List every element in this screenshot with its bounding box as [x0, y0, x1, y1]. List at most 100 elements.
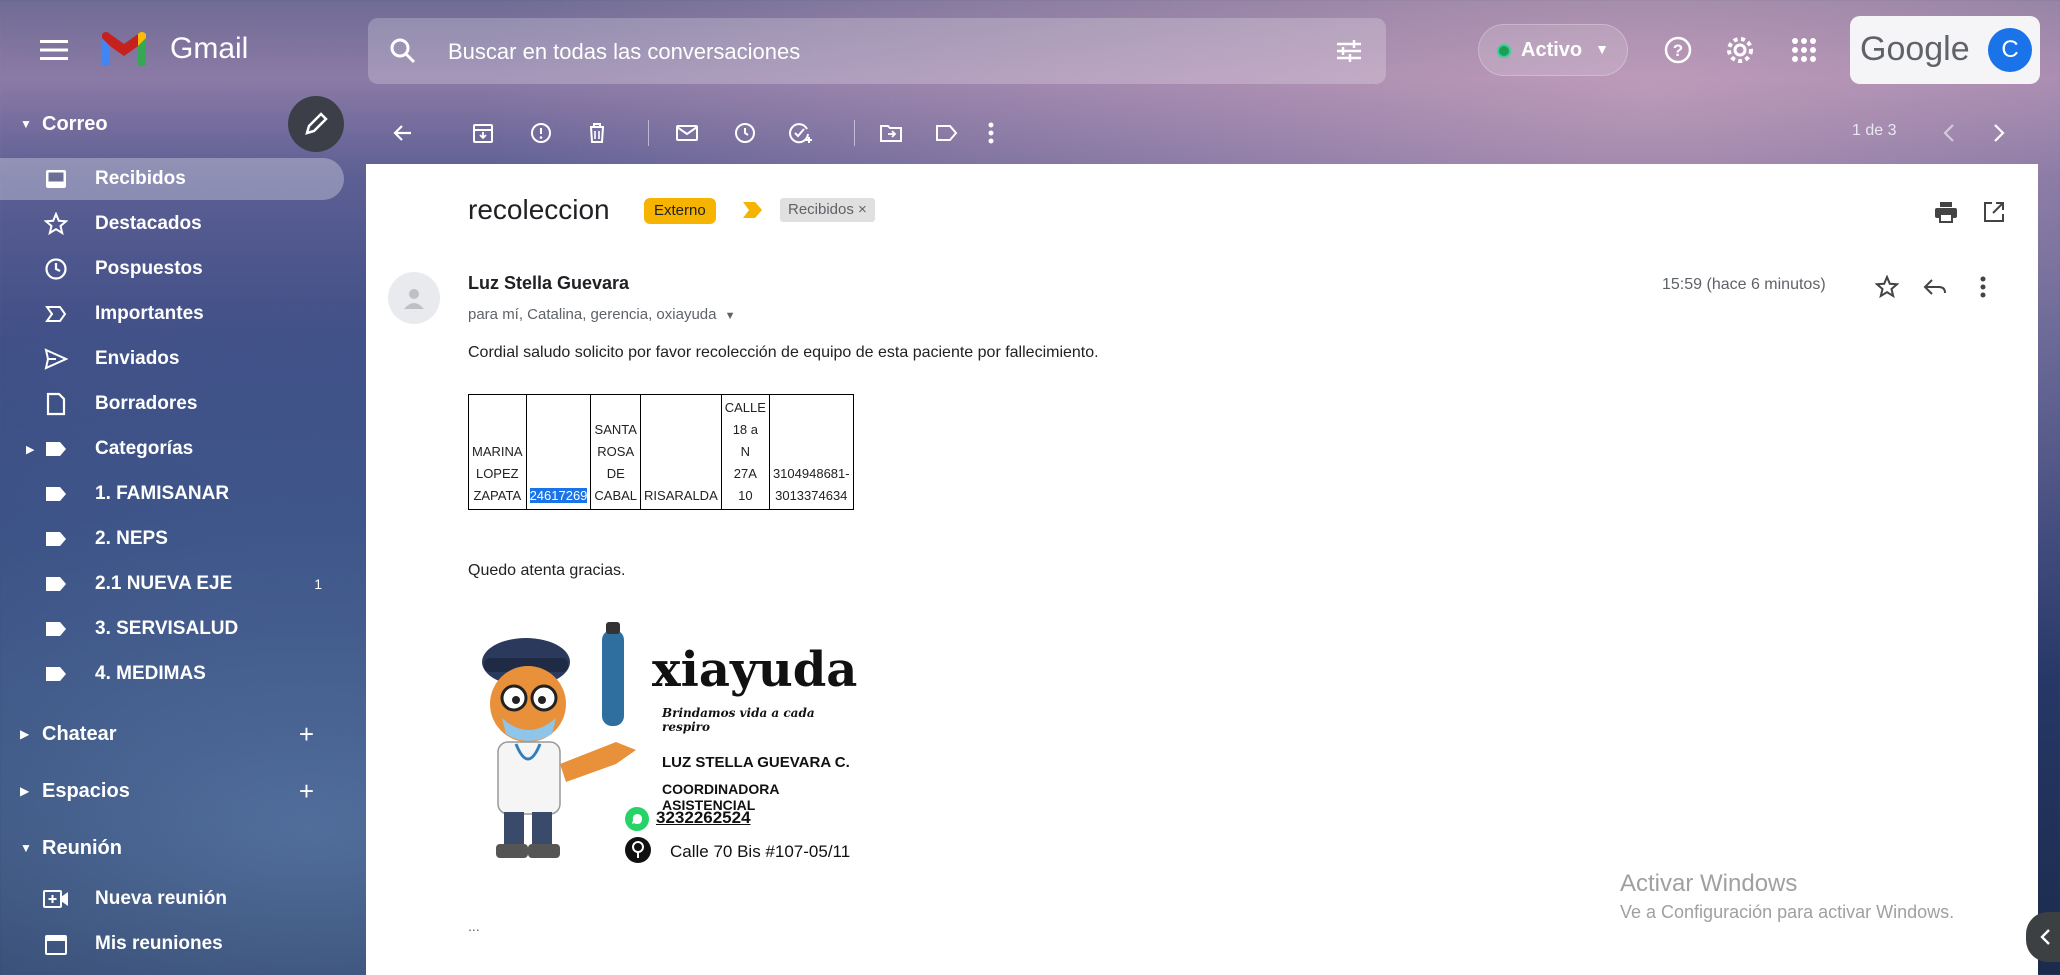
table-cell-id: 24617269 — [525, 394, 592, 510]
sidebar-item-borradores[interactable]: Borradores — [0, 383, 344, 425]
signature-address: Calle 70 Bis #107-05/11 — [670, 842, 851, 861]
reply-arrow-icon[interactable] — [1920, 272, 1950, 302]
star-icon — [42, 210, 70, 238]
sidebar: ▼ Correo Recibidos Destacados Pospuestos… — [0, 96, 366, 975]
table-cell-phones: 3104948681- 3013374634 — [768, 394, 854, 510]
sidebar-item-famisanar[interactable]: 1. FAMISANAR — [0, 473, 344, 515]
message-time: 15:59 (hace 6 minutos) — [1662, 276, 1826, 293]
apps-grid-icon[interactable] — [1786, 32, 1822, 68]
collapse-triangle-icon: ▼ — [20, 841, 32, 855]
mascot-doctor-illustration — [482, 622, 636, 858]
svg-text:?: ? — [1673, 41, 1683, 60]
sidebar-item-importantes[interactable]: Importantes — [0, 293, 344, 335]
sidebar-item-neps[interactable]: 2. NEPS — [0, 518, 344, 560]
add-chat-plus-icon[interactable]: + — [299, 719, 314, 750]
mark-unread-mail-icon[interactable] — [672, 118, 702, 148]
signature-phone[interactable]: 3232262524 — [656, 808, 751, 828]
collapse-triangle-icon: ▼ — [20, 117, 32, 131]
account-avatar[interactable]: C — [1988, 28, 2032, 72]
older-chevron-right-icon[interactable] — [1984, 118, 2014, 148]
section-espacios[interactable]: ▶ Espacios + — [0, 771, 344, 811]
sidebar-item-label: Categorías — [95, 438, 194, 459]
section-correo[interactable]: ▼ Correo — [0, 104, 108, 144]
print-icon[interactable] — [1932, 198, 1960, 226]
add-task-icon[interactable] — [786, 118, 816, 148]
recipients-line[interactable]: para mí, Catalina, gerencia, oxiayuda ▼ — [468, 306, 736, 323]
signature-tagline: Brindamos vida a cada respiro — [662, 706, 815, 734]
sidebar-item-servisalud[interactable]: 3. SERVISALUD — [0, 608, 344, 650]
report-spam-icon[interactable] — [526, 118, 556, 148]
sidebar-item-recibidos[interactable]: Recibidos — [0, 158, 344, 200]
label-icon — [42, 435, 70, 463]
unread-count-badge: 1 — [314, 576, 322, 592]
more-options-vertical-icon[interactable] — [976, 118, 1006, 148]
google-account-box[interactable]: Google C — [1850, 16, 2040, 84]
sidebar-item-nueva-eje[interactable]: 2.1 NUEVA EJE 1 — [0, 563, 344, 605]
clock-icon — [42, 255, 70, 283]
expand-triangle-icon[interactable]: ▶ — [26, 443, 34, 456]
gmail-logo-icon[interactable] — [98, 28, 150, 68]
sidebar-item-label: Enviados — [95, 348, 180, 369]
sidebar-item-categorias[interactable]: ▶ Categorías — [0, 428, 344, 470]
section-chatear[interactable]: ▶ Chatear + — [0, 714, 344, 754]
delete-trash-icon[interactable] — [582, 118, 612, 148]
section-reunion[interactable]: ▼ Reunión — [0, 828, 122, 868]
search-bar[interactable]: Buscar en todas las conversaciones — [368, 18, 1386, 84]
selected-id-text: 24617269 — [529, 488, 588, 503]
show-trimmed-content[interactable]: ... — [468, 918, 480, 934]
toolbar-divider — [648, 120, 649, 146]
add-space-plus-icon[interactable]: + — [299, 776, 314, 807]
status-dropdown[interactable]: Activo ▼ — [1478, 24, 1628, 76]
table-cell-address: CALLE 18 a N 27A 10 — [720, 394, 770, 510]
body-closing: Quedo atenta gracias. — [468, 562, 626, 579]
label-icon — [42, 660, 70, 688]
section-correo-label: Correo — [42, 112, 108, 135]
sidebar-item-label: 1. FAMISANAR — [95, 483, 230, 504]
search-input[interactable]: Buscar en todas las conversaciones — [448, 39, 800, 65]
toolbar-divider — [854, 120, 855, 146]
sidebar-item-enviados[interactable]: Enviados — [0, 338, 344, 380]
side-panel-toggle-chevron-icon[interactable] — [2026, 912, 2060, 962]
top-bar: Gmail Buscar en todas las conversaciones… — [0, 0, 2060, 104]
windows-activation-title: Activar Windows — [1620, 870, 1798, 897]
archive-icon[interactable] — [468, 118, 498, 148]
inbox-label-chip[interactable]: Recibidos × — [780, 198, 875, 222]
search-icon[interactable] — [388, 36, 418, 66]
search-options-icon[interactable] — [1334, 36, 1364, 66]
sidebar-item-label: Importantes — [95, 303, 204, 324]
inbox-label-text: Recibidos — [788, 201, 854, 218]
important-marker-icon[interactable] — [742, 201, 764, 224]
table-cell-name: MARINA LOPEZ ZAPATA — [468, 394, 527, 510]
label-icon — [42, 480, 70, 508]
sidebar-item-medimas[interactable]: 4. MEDIMAS — [0, 653, 344, 695]
sidebar-item-mis-reuniones[interactable]: Mis reuniones — [0, 923, 344, 965]
show-details-caret-icon[interactable]: ▼ — [725, 310, 736, 322]
compose-pencil-icon[interactable] — [288, 96, 344, 152]
newer-chevron-left-icon[interactable] — [1934, 118, 1964, 148]
recipients-text: para mí, Catalina, gerencia, oxiayuda — [468, 306, 717, 323]
star-message-icon[interactable] — [1872, 272, 1902, 302]
help-icon[interactable]: ? — [1660, 32, 1696, 68]
back-arrow-icon[interactable] — [388, 118, 418, 148]
sidebar-item-pospuestos[interactable]: Pospuestos — [0, 248, 344, 290]
inbox-icon — [42, 165, 70, 193]
sidebar-item-destacados[interactable]: Destacados — [0, 203, 344, 245]
table-cell-city: SANTA ROSA DE CABAL — [590, 394, 642, 510]
app-name[interactable]: Gmail — [170, 32, 248, 66]
sidebar-item-label: Borradores — [95, 393, 198, 414]
open-new-window-icon[interactable] — [1980, 198, 2008, 226]
message-more-vertical-icon[interactable] — [1968, 272, 1998, 302]
move-to-folder-icon[interactable] — [876, 118, 906, 148]
main-menu-icon[interactable] — [34, 30, 74, 70]
label-tag-icon[interactable] — [932, 118, 962, 148]
external-badge: Externo — [644, 198, 716, 224]
sidebar-item-label: Pospuestos — [95, 258, 203, 279]
status-label: Activo — [1521, 39, 1583, 61]
remove-label-close-icon[interactable]: × — [858, 201, 867, 218]
location-pin-icon — [625, 837, 651, 863]
windows-activation-subtitle: Ve a Configuración para activar Windows. — [1620, 902, 1955, 922]
snooze-clock-icon[interactable] — [730, 118, 760, 148]
sidebar-item-nueva-reunion[interactable]: Nueva reunión — [0, 878, 344, 920]
settings-gear-icon[interactable] — [1722, 32, 1758, 68]
status-dot-icon — [1497, 44, 1511, 58]
